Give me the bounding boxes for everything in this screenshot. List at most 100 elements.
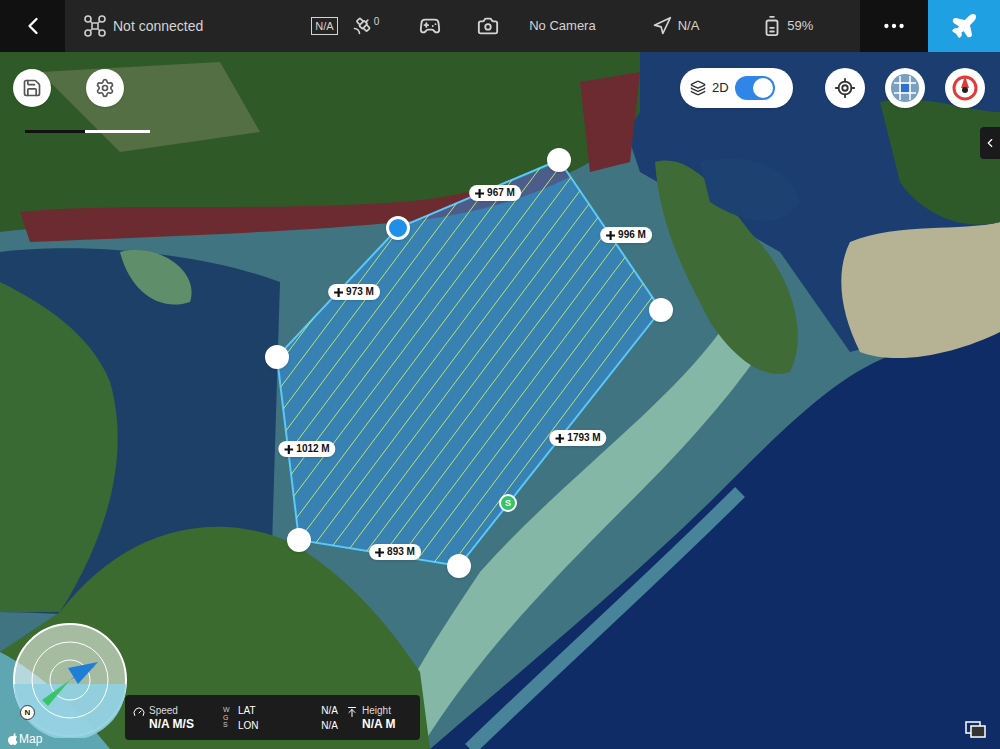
map-view[interactable]: 967 M996 M973 M1012 M1793 M893 MS2DNSpee… xyxy=(0,52,1000,749)
flight-path-line xyxy=(386,52,836,652)
flight-path-line xyxy=(0,52,285,652)
lon-label: LON xyxy=(238,718,259,733)
plane-icon xyxy=(950,12,978,40)
remote-controller-icon xyxy=(419,15,441,37)
satellite-map[interactable] xyxy=(0,52,1000,749)
flight-path-line xyxy=(557,52,1000,652)
gps-status: N/A xyxy=(678,16,700,36)
speed-value: N/A M/S xyxy=(149,717,194,732)
move-icon xyxy=(334,288,343,297)
flight-path-line xyxy=(519,52,969,652)
flight-path-line xyxy=(0,52,247,652)
compass-dial-icon xyxy=(12,622,128,738)
area-vertex[interactable] xyxy=(547,148,571,172)
map-attribution: Map xyxy=(8,733,42,745)
lat-label: LAT xyxy=(238,703,256,718)
flight-path-line xyxy=(671,52,1000,652)
edge-length-label: 1012 M xyxy=(278,441,335,457)
back-icon xyxy=(19,12,47,40)
flight-path-line xyxy=(614,52,1000,652)
battery-level: 59% xyxy=(787,16,813,36)
lat-value: N/A xyxy=(321,703,338,718)
flight-path-line xyxy=(139,52,589,652)
flight-path-line xyxy=(0,52,380,652)
flight-path-line xyxy=(0,52,304,652)
north-marker: N xyxy=(20,705,35,720)
layers-icon xyxy=(690,80,706,96)
flight-path-line xyxy=(272,52,722,652)
flight-path-line xyxy=(481,52,931,652)
flight-path-line xyxy=(196,52,646,652)
windows-icon xyxy=(965,721,987,739)
move-icon xyxy=(284,445,293,454)
scale-bar-icon xyxy=(25,130,150,136)
top-bar: Not connectedN/A0No CameraN/A59% xyxy=(0,0,1000,52)
flight-planner-screen: Not connectedN/A0No CameraN/A59%967 M996… xyxy=(0,0,1000,749)
settings-button[interactable] xyxy=(86,69,124,107)
flight-path-line xyxy=(0,52,323,652)
more-button[interactable] xyxy=(860,0,928,52)
flight-path-line xyxy=(25,52,475,652)
signal-box: N/A xyxy=(311,17,337,35)
edge-length-label: 1793 M xyxy=(549,430,606,446)
flight-path-line xyxy=(367,52,817,652)
flight-path-line xyxy=(158,52,608,652)
datum-label: WGS xyxy=(223,706,230,729)
satellite-count: 0 xyxy=(374,16,380,28)
flight-path-line xyxy=(652,52,1000,652)
move-icon xyxy=(475,189,484,198)
flight-path-line xyxy=(0,52,437,652)
compass-button[interactable] xyxy=(945,68,985,108)
flight-path-line xyxy=(234,52,684,652)
area-vertex[interactable] xyxy=(649,298,673,322)
area-vertex[interactable] xyxy=(447,554,471,578)
settings-icon xyxy=(95,78,115,98)
flight-path-line xyxy=(424,52,874,652)
window-switch-button[interactable] xyxy=(962,718,990,742)
lon-value: N/A xyxy=(321,718,338,733)
map-type-button[interactable] xyxy=(885,68,925,108)
edge-length-label: 996 M xyxy=(600,227,652,243)
apple-logo-icon xyxy=(8,733,18,745)
area-vertex[interactable] xyxy=(265,345,289,369)
connection-status: Not connected xyxy=(113,16,203,37)
flight-path-line xyxy=(500,52,950,652)
telemetry-panel: SpeedN/A M/SWGSLATN/ALONN/AHeightN/A M xyxy=(125,695,420,740)
height-value: N/A M xyxy=(362,717,396,732)
flight-area[interactable] xyxy=(277,160,661,566)
edge-length-label: 967 M xyxy=(469,185,521,201)
flight-path-line xyxy=(82,52,532,652)
start-marker[interactable]: S xyxy=(499,494,517,512)
flight-path-line xyxy=(633,52,1000,652)
flight-path-line xyxy=(291,52,741,652)
back-button[interactable] xyxy=(0,0,65,52)
flight-path-line xyxy=(0,52,418,652)
flight-path-line xyxy=(405,52,855,652)
flight-path-line xyxy=(0,52,266,652)
edge-length-label: 973 M xyxy=(328,284,380,300)
view-mode-toggle[interactable]: 2D xyxy=(680,68,793,108)
area-vertex[interactable] xyxy=(386,216,410,240)
height-icon xyxy=(346,706,358,718)
flight-path-line xyxy=(310,52,760,652)
fly-button[interactable] xyxy=(928,0,1000,52)
height-label: Height xyxy=(362,704,396,717)
camera-icon xyxy=(477,15,499,37)
move-icon xyxy=(375,548,384,557)
side-panel-tab[interactable] xyxy=(980,127,1000,159)
flight-path-line xyxy=(6,52,456,652)
battery-icon xyxy=(761,15,783,37)
view-mode-label: 2D xyxy=(712,78,729,98)
area-vertex[interactable] xyxy=(287,528,311,552)
flight-path-line xyxy=(120,52,570,652)
locate-button[interactable] xyxy=(825,68,865,108)
expand-icon xyxy=(983,136,997,150)
save-button[interactable] xyxy=(13,69,51,107)
flight-path-line xyxy=(177,52,627,652)
view-mode-switch[interactable] xyxy=(735,76,775,100)
north-compass-icon xyxy=(951,74,979,102)
more-icon xyxy=(881,13,907,39)
speed-icon xyxy=(133,706,145,718)
flight-path-line xyxy=(0,52,228,652)
flight-path-line xyxy=(63,52,513,652)
